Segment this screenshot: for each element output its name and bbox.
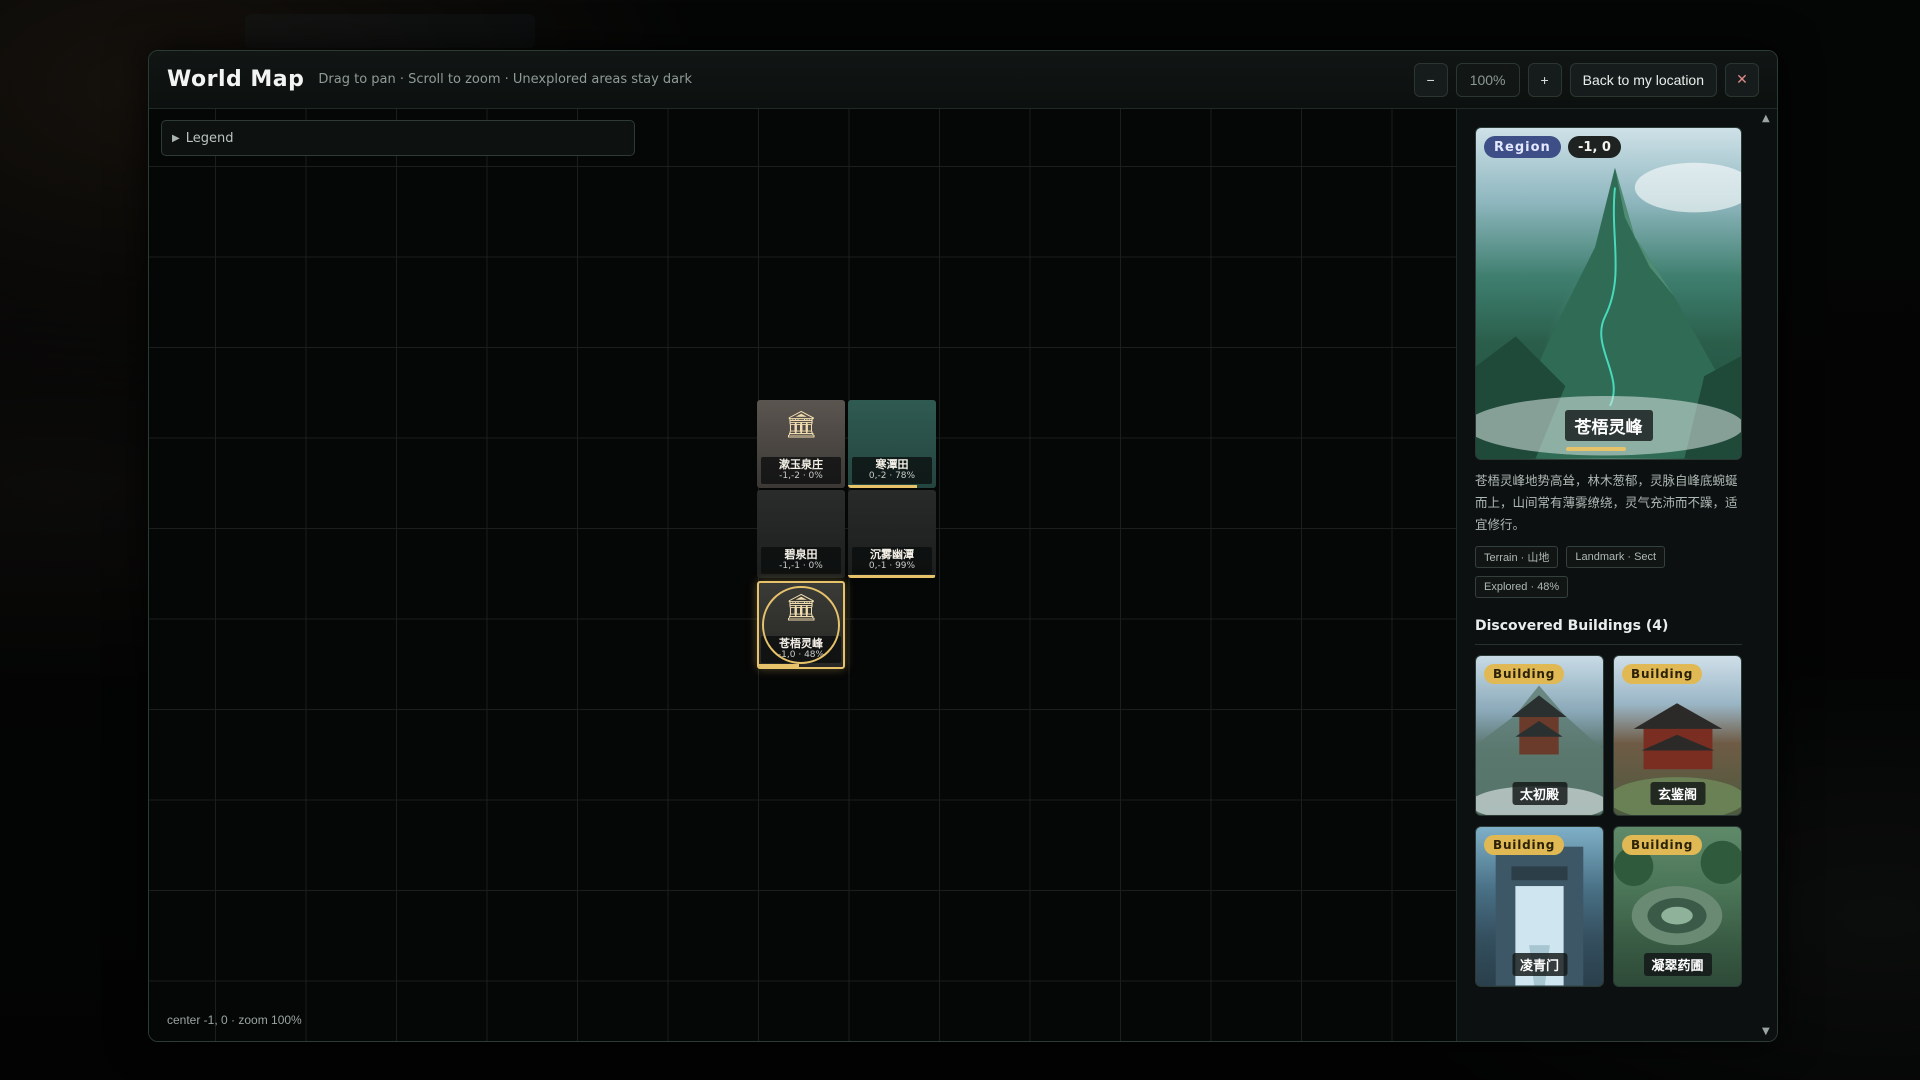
buildings-section-title: Discovered Buildings (4) (1475, 618, 1742, 645)
buildings-grid: Building 太初殿 Building 玄鉴阁 Building 凌青门 B… (1475, 655, 1759, 987)
region-image-card: Region -1, 0 苍梧灵峰 (1475, 127, 1742, 460)
panel-scrollbar[interactable]: ▲ ▼ (1761, 113, 1775, 1037)
legend-label: Legend (185, 130, 234, 146)
zoom-out-button[interactable]: − (1413, 62, 1448, 97)
building-card[interactable]: Building 凌青门 (1475, 826, 1604, 987)
tile-label: 碧泉田 -1,-1 · 0% (761, 547, 841, 574)
building-name: 凝翠药圃 (1643, 953, 1712, 976)
close-icon[interactable]: ✕ (1725, 62, 1759, 97)
building-badge: Building (1622, 664, 1703, 684)
map-tile[interactable]: 沉雾幽潭 0,-1 · 99% (848, 490, 936, 578)
modal-title: World Map (167, 67, 305, 92)
tile-coord: -1,-2 · 0% (779, 471, 823, 481)
sect-hall-icon: 🏛 (784, 593, 818, 623)
tile-coord: -1,-1 · 0% (779, 561, 823, 571)
tile-name: 碧泉田 (784, 548, 818, 561)
map-tile[interactable]: 碧泉田 -1,-1 · 0% (757, 490, 845, 578)
modal-header: World Map Drag to pan · Scroll to zoom ·… (149, 51, 1777, 109)
building-badge: Building (1484, 664, 1565, 684)
building-badge: Building (1622, 835, 1703, 855)
region-explored-bar (1566, 447, 1626, 451)
terrain-tag: Terrain · 山地 (1475, 546, 1559, 568)
tile-coord: 0,-1 · 99% (868, 561, 916, 571)
world-map-modal: World Map Drag to pan · Scroll to zoom ·… (148, 50, 1778, 1042)
modal-subtitle: Drag to pan · Scroll to zoom · Unexplore… (318, 72, 693, 87)
map-tile-selected[interactable]: 🏛 苍梧灵峰 -1,0 · 48% (757, 581, 845, 669)
header-controls: − 100% + Back to my location ✕ (1413, 62, 1759, 97)
tile-explored-bar (848, 575, 936, 578)
region-name: 苍梧灵峰 (1564, 410, 1653, 441)
region-detail-panel: ▲ ▼ Region -1, 0 苍梧灵峰 苍梧灵峰地势高耸，林木葱郁，灵脉自峰… (1456, 109, 1777, 1041)
building-card[interactable]: Building 凝翠药圃 (1613, 826, 1742, 987)
tile-name: 寒潭田 (875, 458, 909, 471)
map-status: center -1, 0 · zoom 100% (167, 1013, 302, 1027)
sect-hall-icon: 🏛 (784, 410, 818, 440)
legend-toggle[interactable]: ▶ Legend (161, 120, 635, 156)
building-card[interactable]: Building 玄鉴阁 (1613, 655, 1742, 816)
building-name: 凌青门 (1511, 953, 1568, 976)
landmark-tag: Landmark · Sect (1566, 546, 1666, 568)
building-badge: Building (1484, 835, 1565, 855)
map-canvas[interactable]: ▶ Legend 🏛 漱玉泉庄 -1,-2 · 0% 寒潭田 0,-2 · 78… (149, 109, 1456, 1041)
building-card[interactable]: Building 太初殿 (1475, 655, 1604, 816)
back-to-location-button[interactable]: Back to my location (1569, 62, 1717, 97)
tile-coord: 0,-2 · 78% (868, 471, 916, 481)
zoom-in-button[interactable]: + (1527, 62, 1562, 97)
tile-label: 沉雾幽潭 0,-1 · 99% (852, 547, 932, 574)
map-tile[interactable]: 寒潭田 0,-2 · 78% (848, 400, 936, 488)
caret-right-icon: ▶ (172, 132, 180, 144)
building-name: 玄鉴阁 (1649, 782, 1706, 805)
region-coord-badge: -1, 0 (1568, 136, 1621, 158)
region-description: 苍梧灵峰地势高耸，林木葱郁，灵脉自峰底蜿蜒而上，山间常有薄雾缭绕，灵气充沛而不躁… (1475, 473, 1738, 532)
region-tags: Terrain · 山地 Landmark · Sect Explored · … (1475, 546, 1745, 598)
explored-tag: Explored · 48% (1475, 576, 1569, 598)
tile-explored-bar (759, 664, 800, 667)
map-tile[interactable]: 🏛 漱玉泉庄 -1,-2 · 0% (757, 400, 845, 488)
region-badge: Region (1484, 136, 1561, 158)
zoom-level-display: 100% (1455, 62, 1520, 97)
tile-label: 寒潭田 0,-2 · 78% (852, 457, 932, 484)
tile-label: 漱玉泉庄 -1,-2 · 0% (761, 457, 841, 484)
scroll-up-icon[interactable]: ▲ (1762, 113, 1770, 124)
mountain-illustration (1476, 162, 1741, 459)
tile-explored-bar (848, 485, 917, 488)
tile-name: 漱玉泉庄 (779, 458, 823, 471)
building-name: 太初殿 (1511, 782, 1568, 805)
tile-name: 沉雾幽潭 (870, 548, 914, 561)
scroll-down-icon[interactable]: ▼ (1762, 1026, 1770, 1037)
